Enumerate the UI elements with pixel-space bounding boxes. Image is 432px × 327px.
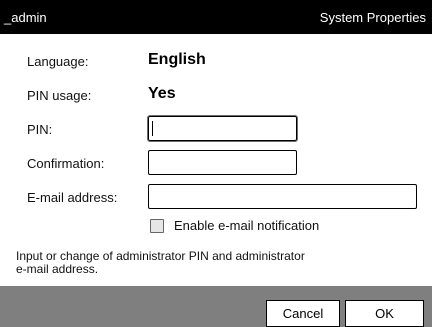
- ok-button[interactable]: OK: [345, 300, 424, 327]
- confirmation-input[interactable]: [148, 150, 297, 175]
- pin-input[interactable]: [147, 115, 298, 142]
- confirmation-label: Confirmation:: [27, 156, 105, 171]
- window-title: _admin: [4, 9, 47, 25]
- email-label: E-mail address:: [27, 190, 118, 205]
- help-text: Input or change of administrator PIN and…: [16, 249, 305, 276]
- language-value: English: [148, 51, 206, 68]
- title-bar: _admin System Properties: [0, 0, 432, 34]
- pin-label: PIN:: [27, 122, 53, 137]
- enable-email-label: Enable e-mail notification: [174, 218, 320, 233]
- cancel-button[interactable]: Cancel: [266, 300, 340, 327]
- dialog-content: Language: English PIN usage: Yes PIN: Co…: [0, 34, 432, 286]
- dialog-footer: Cancel OK: [0, 286, 432, 327]
- text-caret: [152, 121, 153, 136]
- pin-usage-label: PIN usage:: [27, 88, 92, 103]
- window-subtitle: System Properties: [319, 9, 426, 25]
- email-input[interactable]: [148, 184, 417, 209]
- language-label: Language:: [27, 54, 89, 69]
- enable-email-checkbox[interactable]: [150, 218, 164, 233]
- enable-email-row[interactable]: Enable e-mail notification: [150, 218, 319, 233]
- pin-usage-value: Yes: [148, 85, 176, 102]
